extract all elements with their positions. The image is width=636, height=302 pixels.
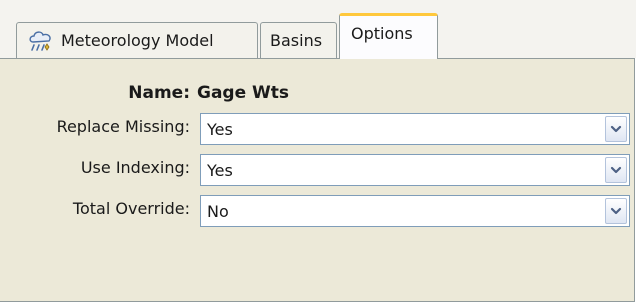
name-label: Name:: [128, 83, 190, 103]
replace-missing-select[interactable]: Yes: [200, 113, 630, 145]
name-value: Gage Wts: [197, 83, 290, 103]
total-override-value: No: [207, 201, 229, 221]
use-indexing-select[interactable]: Yes: [200, 154, 630, 186]
replace-missing-value: Yes: [207, 119, 233, 139]
replace-missing-label: Replace Missing:: [56, 117, 190, 136]
use-indexing-label: Use Indexing:: [80, 158, 190, 177]
tab-label: Meteorology Model: [61, 31, 214, 50]
tab-label: Options: [351, 24, 413, 43]
chevron-down-icon[interactable]: [605, 157, 627, 183]
tab-meteorology-model[interactable]: Meteorology Model: [16, 22, 258, 58]
meteorology-model-icon: [27, 28, 55, 54]
options-window: Meteorology Model Basins Options Name: G…: [0, 0, 636, 302]
total-override-select[interactable]: No: [200, 195, 630, 227]
tab-strip: Meteorology Model Basins Options: [0, 0, 636, 59]
chevron-down-icon[interactable]: [605, 116, 627, 142]
total-override-label: Total Override:: [72, 199, 190, 218]
tab-label: Basins: [270, 31, 323, 50]
chevron-down-icon[interactable]: [605, 198, 627, 224]
use-indexing-value: Yes: [207, 160, 233, 180]
tab-basins[interactable]: Basins: [260, 22, 337, 58]
tab-options[interactable]: Options: [339, 13, 438, 59]
